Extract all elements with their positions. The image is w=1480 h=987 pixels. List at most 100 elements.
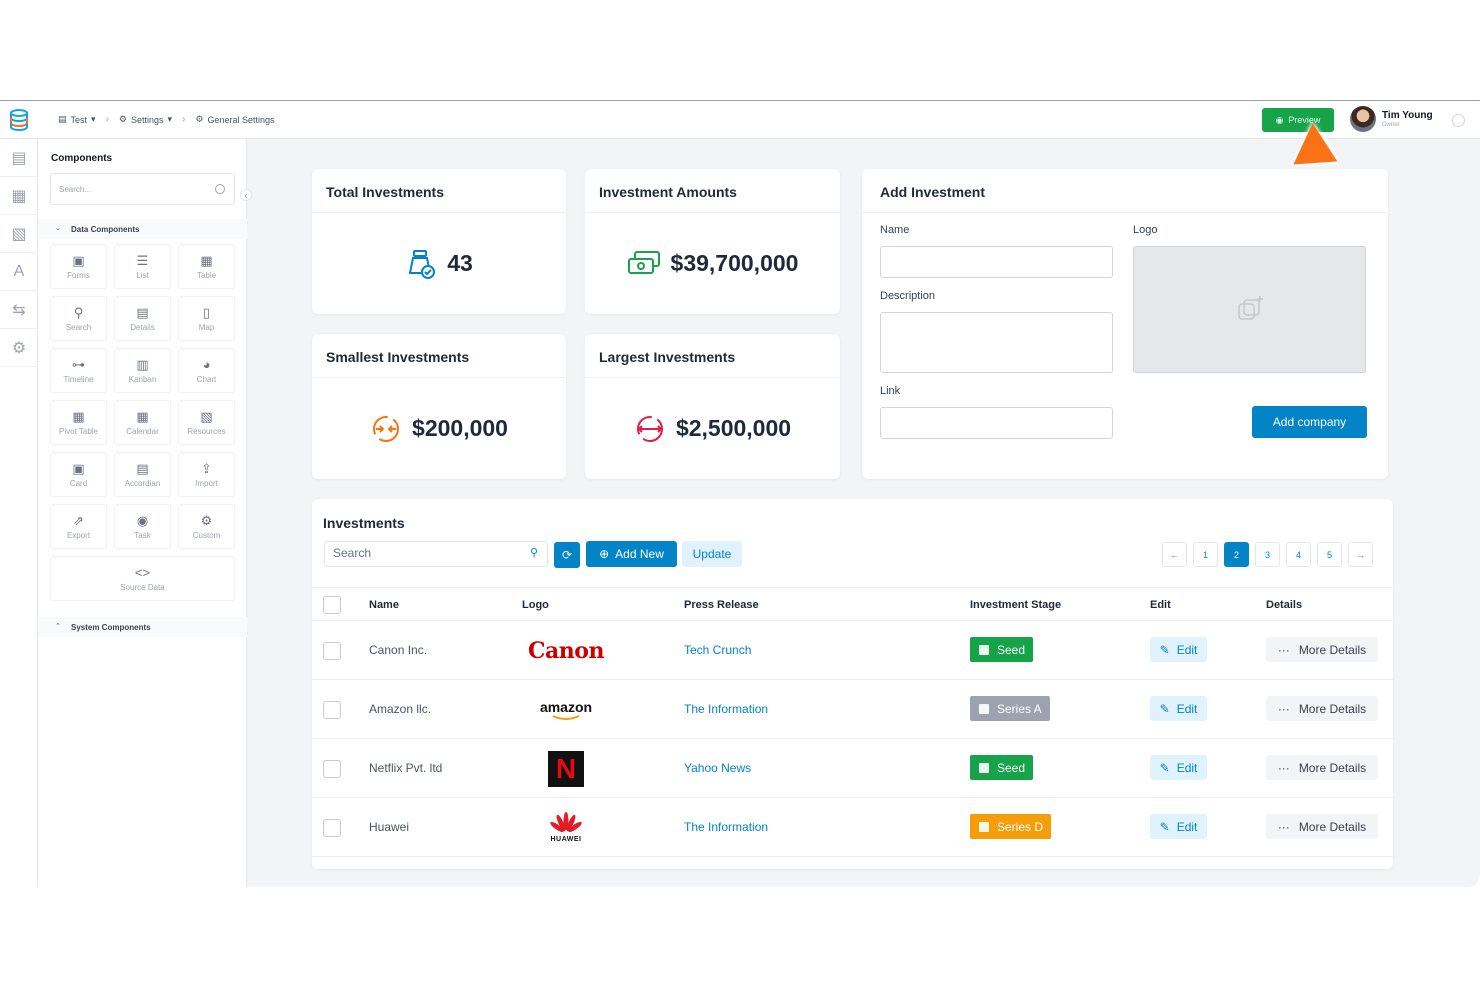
select-all-checkbox[interactable] <box>323 596 341 614</box>
row-checkbox[interactable] <box>323 819 341 837</box>
rail-pages[interactable]: ▤ <box>0 139 38 177</box>
page-button-2[interactable]: 2 <box>1224 542 1249 567</box>
more-details-button[interactable]: ··· More Details <box>1266 637 1378 662</box>
press-release-link[interactable]: The Information <box>684 702 768 716</box>
kanban-icon: ▥ <box>136 356 149 372</box>
component-tile-label: Details <box>130 322 155 332</box>
add-new-button[interactable]: ⊕ Add New <box>586 541 677 567</box>
component-tile-pivot-table[interactable]: ▦ Pivot Table <box>50 400 107 445</box>
page-button-3[interactable]: 3 <box>1255 542 1280 567</box>
user-menu[interactable]: Tim Young Owner <box>1350 106 1433 132</box>
next-page-button[interactable]: → <box>1348 542 1373 567</box>
chevron-down-icon: ⌄ <box>55 225 61 232</box>
table-row: Huawei HUAWEI The Information Series D ✎… <box>312 798 1393 857</box>
search-icon <box>215 184 225 194</box>
column-press-release[interactable]: Press Release <box>684 599 759 611</box>
collapse-panel-button[interactable]: ‹ <box>240 189 252 201</box>
breadcrumb-general-settings-label: General Settings <box>207 114 275 125</box>
component-tile-search[interactable]: ⚲ Search <box>50 296 107 341</box>
press-release-link[interactable]: Yahoo News <box>684 761 751 775</box>
map-icon: ▯ <box>202 304 211 320</box>
name-field[interactable] <box>880 246 1113 278</box>
rail-settings[interactable]: ⚙ <box>0 329 38 367</box>
component-tile-label: Pivot Table <box>59 426 98 436</box>
component-tile-kanban[interactable]: ▥ Kanban <box>114 348 171 393</box>
component-tile-map[interactable]: ▯ Map <box>178 296 235 341</box>
components-search-input[interactable]: Search... <box>50 173 235 205</box>
description-field[interactable] <box>880 312 1113 373</box>
stat-card-investment-amounts: Investment Amounts $39,700,000 <box>585 169 840 314</box>
component-tile-custom[interactable]: ⚙ Custom <box>178 504 235 549</box>
update-button[interactable]: Update <box>682 541 742 567</box>
column-details[interactable]: Details <box>1266 599 1302 611</box>
row-name: Netflix Pvt. ltd <box>369 761 443 775</box>
data-components-group[interactable]: ⌄ Data Components <box>38 219 247 239</box>
row-checkbox[interactable] <box>323 701 341 719</box>
table-search-placeholder: Search <box>333 546 372 560</box>
column-logo[interactable]: Logo <box>522 599 549 611</box>
component-tile-source-data[interactable]: <> Source Data <box>50 556 235 601</box>
cursor-pointer-icon <box>1290 121 1338 165</box>
pages-icon: ▤ <box>11 149 27 167</box>
power-icon[interactable] <box>1452 114 1465 127</box>
component-tile-list[interactable]: ☰ List <box>114 244 171 289</box>
stage-label: Seed <box>997 642 1026 657</box>
more-details-button[interactable]: ··· More Details <box>1266 696 1378 721</box>
component-tile-forms[interactable]: ▣ Forms <box>50 244 107 289</box>
add-investment-title: Add Investment <box>862 169 1388 213</box>
row-checkbox[interactable] <box>323 760 341 778</box>
component-tile-export[interactable]: ⇗ Export <box>50 504 107 549</box>
rail-translate[interactable]: A <box>0 253 38 291</box>
table-search-input[interactable]: Search ⚲ <box>324 541 548 567</box>
system-components-group[interactable]: ⌃ System Components <box>38 617 247 637</box>
chevron-left-icon: ‹ <box>244 190 248 200</box>
component-tile-task[interactable]: ◉ Task <box>114 504 171 549</box>
page-button-5[interactable]: 5 <box>1317 542 1342 567</box>
edit-button[interactable]: ✎ Edit <box>1150 696 1207 721</box>
breadcrumb-test[interactable]: ▤ Test ▾ <box>58 114 96 125</box>
page-button-1[interactable]: 1 <box>1193 542 1218 567</box>
component-tile-timeline[interactable]: ⊶ Timeline <box>50 348 107 393</box>
eye-icon: ◉ <box>1275 114 1284 125</box>
edit-button[interactable]: ✎ Edit <box>1150 637 1207 662</box>
breadcrumb-general-settings[interactable]: ⚙ General Settings <box>195 114 274 125</box>
column-name[interactable]: Name <box>369 599 399 611</box>
row-checkbox[interactable] <box>323 642 341 660</box>
press-release-link[interactable]: The Information <box>684 820 768 834</box>
user-role: Owner <box>1382 122 1400 128</box>
component-tile-label: Task <box>134 530 151 540</box>
breadcrumb-settings[interactable]: ⚙ Settings ▾ <box>119 114 172 125</box>
check-icon <box>979 762 989 773</box>
add-company-button[interactable]: Add company <box>1252 406 1367 438</box>
component-tile-accordian[interactable]: ▤ Accordian <box>114 452 171 497</box>
component-tile-table[interactable]: ▦ Table <box>178 244 235 289</box>
prev-page-button[interactable]: ← <box>1162 542 1187 567</box>
stat-title: Total Investments <box>312 169 566 213</box>
logo-upload[interactable] <box>1133 246 1366 373</box>
rail-files[interactable]: ▧ <box>0 215 38 253</box>
stat-value: $200,000 <box>412 415 508 441</box>
more-details-button[interactable]: ··· More Details <box>1266 814 1378 839</box>
press-release-link[interactable]: Tech Crunch <box>684 643 751 657</box>
component-tile-label: Accordian <box>124 478 161 488</box>
component-tile-details[interactable]: ▤ Details <box>114 296 171 341</box>
app-logo[interactable] <box>0 101 38 139</box>
column-edit[interactable]: Edit <box>1150 599 1171 611</box>
rail-data[interactable]: ▦ <box>0 177 38 215</box>
component-tile-chart[interactable]: ◕ Chart <box>178 348 235 393</box>
component-tile-card[interactable]: ▣ Card <box>50 452 107 497</box>
component-tile-resources[interactable]: ▧ Resources <box>178 400 235 445</box>
task-icon: ◉ <box>136 512 149 528</box>
column-investment-stage[interactable]: Investment Stage <box>970 599 1061 611</box>
rail-workflow[interactable]: ⇆ <box>0 291 38 329</box>
more-details-button[interactable]: ··· More Details <box>1266 755 1378 780</box>
refresh-button[interactable]: ⟳ <box>554 542 580 568</box>
component-tile-calendar[interactable]: ▦ Calendar <box>114 400 171 445</box>
edit-button[interactable]: ✎ Edit <box>1150 755 1207 780</box>
chevron-up-icon: ⌃ <box>55 623 61 630</box>
component-tile-import[interactable]: ⇪ Import <box>178 452 235 497</box>
component-tile-label: Import <box>195 478 218 488</box>
page-button-4[interactable]: 4 <box>1286 542 1311 567</box>
edit-button[interactable]: ✎ Edit <box>1150 814 1207 839</box>
link-field[interactable] <box>880 407 1113 439</box>
